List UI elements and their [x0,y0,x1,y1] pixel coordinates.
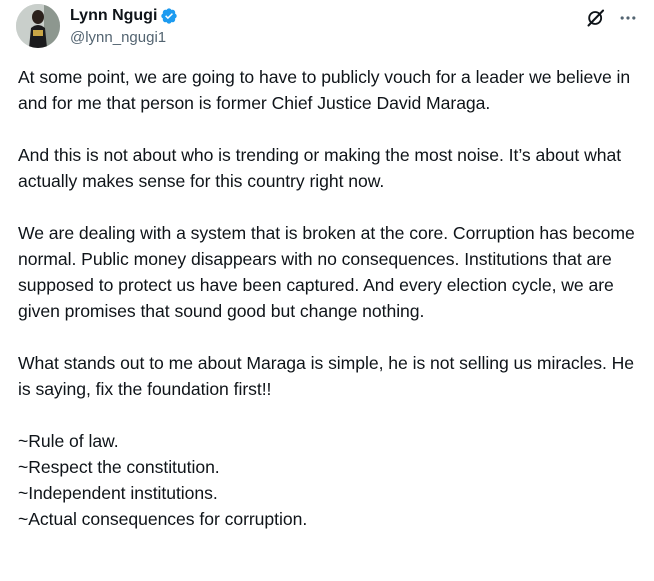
tweet-header: Lynn Ngugi @lynn_ngugi1 [16,4,638,50]
avatar[interactable] [16,4,60,48]
display-name[interactable]: Lynn Ngugi [70,6,157,26]
user-meta: Lynn Ngugi @lynn_ngugi1 [70,6,178,48]
tweet-list-item: ~Actual consequences for corruption. [18,509,308,529]
tweet-list-item: ~Rule of law. [18,431,119,451]
grok-icon[interactable] [586,8,606,28]
tweet-paragraph: And this is not about who is trending or… [18,145,622,191]
tweet: Lynn Ngugi @lynn_ngugi1 At some point, w… [0,0,654,581]
tweet-list-item: ~Independent institutions. [18,483,218,503]
tweet-paragraph: We are dealing with a system that is bro… [18,223,635,321]
name-row: Lynn Ngugi [70,6,178,26]
tweet-paragraph: At some point, we are going to have to p… [18,67,631,113]
tweet-paragraph: What stands out to me about Maraga is si… [18,353,635,399]
tweet-list-item: ~Respect the constitution. [18,457,220,477]
verified-badge-icon[interactable] [160,7,178,25]
tweet-text: At some point, we are going to have to p… [18,64,638,532]
more-options-icon[interactable] [618,8,638,28]
user-handle[interactable]: @lynn_ngugi1 [70,28,178,48]
avatar-photo [16,4,60,48]
tweet-actions [586,8,638,28]
